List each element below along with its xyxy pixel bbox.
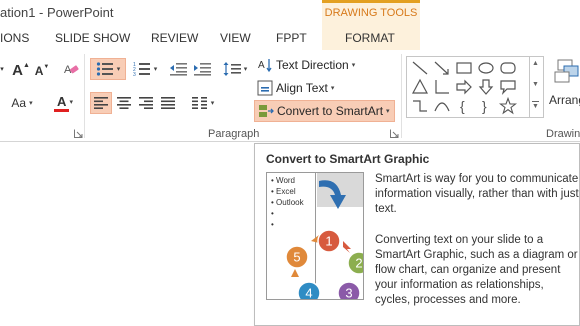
arrange-label[interactable]: Arrang — [549, 93, 580, 107]
clear-formatting-button[interactable]: A — [62, 60, 80, 78]
svg-text:A: A — [258, 60, 265, 71]
smartart-icon — [257, 103, 274, 120]
gallery-scroll-up-icon[interactable]: ▲ — [532, 60, 539, 67]
align-right-icon — [139, 97, 153, 109]
justify-icon — [161, 97, 175, 109]
tab-slide-show[interactable]: SLIDE SHOW — [55, 31, 130, 45]
group-separator — [401, 54, 402, 138]
font-dropdown-caret[interactable]: ▾ — [0, 60, 8, 78]
curve-shape-icon[interactable] — [433, 97, 451, 115]
bullets-icon — [96, 62, 113, 76]
shrink-font-button[interactable]: A ▼ — [34, 62, 50, 80]
smartart-tooltip: Convert to SmartArt Graphic • Word • Exc… — [254, 143, 580, 326]
font-color-label: A — [57, 94, 67, 109]
align-right-button[interactable] — [136, 92, 156, 114]
svg-text:3: 3 — [345, 286, 352, 301]
tab-review[interactable]: REVIEW — [151, 31, 198, 45]
line-arrow-shape-icon[interactable] — [433, 59, 451, 77]
line-spacing-button[interactable]: ▾ — [220, 60, 250, 78]
ribbon: ▾ A ▲ A ▼ A Aa ▾ A ▾ ▾ 1 2 3 ▾ ▾ ▾ A Tex… — [0, 50, 580, 142]
align-left-button[interactable] — [90, 92, 112, 114]
align-text-button[interactable]: Align Text ▾ — [256, 79, 334, 97]
text-direction-button[interactable]: A Text Direction ▾ — [256, 56, 355, 74]
rectangle-shape-icon[interactable] — [455, 59, 473, 77]
callout-shape-icon[interactable] — [499, 78, 517, 96]
down-arrow-shape-icon[interactable] — [477, 78, 495, 96]
ribbon-tabs: IONS SLIDE SHOW REVIEW VIEW FPPT FORMAT — [0, 26, 580, 50]
paragraph-group-label: Paragraph — [208, 128, 260, 140]
justify-button[interactable] — [158, 92, 178, 114]
preview-arrow-icon — [319, 180, 346, 209]
svg-text:4: 4 — [305, 286, 312, 301]
align-center-icon — [117, 97, 131, 109]
svg-text:2: 2 — [355, 256, 362, 271]
font-dialog-launcher-icon[interactable] — [74, 129, 83, 138]
gallery-scroll-down-icon[interactable]: ▼ — [532, 81, 539, 88]
svg-text:5: 5 — [293, 250, 300, 265]
tab-format[interactable]: FORMAT — [345, 31, 395, 45]
gallery-scrollbar[interactable]: ▲ ▼ ▼ — [530, 56, 544, 118]
right-brace-shape-icon[interactable]: } — [477, 97, 495, 115]
shrink-font-icon: A — [34, 64, 44, 78]
eraser-icon: A — [64, 64, 79, 76]
window-title: ation1 - PowerPoint — [0, 5, 114, 20]
left-brace-shape-icon[interactable]: { — [455, 97, 473, 115]
align-text-icon — [256, 80, 273, 97]
right-triangle-shape-icon[interactable] — [433, 78, 451, 96]
svg-text:1: 1 — [325, 234, 332, 249]
paragraph-dialog-launcher-icon[interactable] — [390, 129, 399, 138]
shapes-gallery[interactable]: { } — [406, 56, 530, 118]
drawing-group-label: Drawin — [546, 128, 580, 140]
align-center-button[interactable] — [114, 92, 134, 114]
change-case-label: Aa — [11, 96, 27, 110]
oval-shape-icon[interactable] — [477, 59, 495, 77]
tooltip-title: Convert to SmartArt Graphic — [266, 152, 430, 166]
arrange-icon[interactable] — [552, 58, 580, 88]
decrease-indent-button[interactable] — [168, 60, 188, 78]
elbow-connector-shape-icon[interactable] — [411, 97, 429, 115]
change-case-button[interactable]: Aa ▾ — [6, 94, 38, 112]
columns-button[interactable]: ▾ — [188, 92, 218, 114]
grow-font-icon: A — [12, 61, 23, 79]
align-text-label: Align Text — [276, 81, 328, 95]
title-bar: ation1 - PowerPoint DRAWING TOOLS — [0, 0, 580, 50]
drawing-tools-label: DRAWING TOOLS — [324, 7, 418, 19]
tab-animations[interactable]: IONS — [0, 31, 29, 45]
gallery-more-icon[interactable]: ▼ — [532, 101, 539, 111]
group-separator — [84, 54, 85, 138]
text-direction-icon: A — [256, 57, 273, 74]
right-arrow-shape-icon[interactable] — [455, 78, 473, 96]
align-left-icon — [94, 97, 108, 109]
svg-text:3: 3 — [133, 72, 136, 77]
convert-to-smartart-button[interactable]: Convert to SmartArt ▾ — [254, 100, 395, 122]
increase-indent-icon — [193, 63, 211, 76]
tab-view[interactable]: VIEW — [220, 31, 251, 45]
line-shape-icon[interactable] — [411, 59, 429, 77]
bullets-button[interactable]: ▾ — [90, 58, 126, 80]
tab-fppt[interactable]: FPPT — [276, 31, 307, 45]
preview-cycle-diagram: 1 2 3 4 5 — [285, 180, 363, 301]
numbering-icon: 1 2 3 — [133, 62, 150, 77]
numbering-button[interactable]: 1 2 3 ▾ — [130, 58, 160, 80]
decrease-indent-icon — [169, 63, 187, 76]
columns-icon — [191, 97, 207, 109]
star-shape-icon[interactable] — [499, 97, 517, 115]
svg-text:}: } — [482, 98, 487, 114]
font-color-button[interactable]: A ▾ — [50, 92, 80, 114]
triangle-shape-icon[interactable] — [411, 78, 429, 96]
font-color-swatch — [53, 109, 69, 112]
line-spacing-icon — [223, 62, 241, 76]
svg-text:{: { — [460, 98, 465, 114]
tooltip-preview-image: • Word • Excel • Outlook • • 1 2 3 4 5 — [266, 172, 364, 300]
drawing-tools-accent-strip — [322, 0, 420, 3]
rounded-rectangle-shape-icon[interactable] — [499, 59, 517, 77]
increase-indent-button[interactable] — [192, 60, 212, 78]
text-direction-label: Text Direction — [276, 58, 349, 72]
convert-to-smartart-label: Convert to SmartArt — [277, 104, 384, 118]
grow-font-button[interactable]: A ▲ — [12, 60, 30, 80]
tooltip-paragraph-2: Converting text on your slide to a Smart… — [375, 234, 578, 306]
tooltip-paragraph-1: SmartArt is way for you to communicate i… — [375, 173, 579, 215]
